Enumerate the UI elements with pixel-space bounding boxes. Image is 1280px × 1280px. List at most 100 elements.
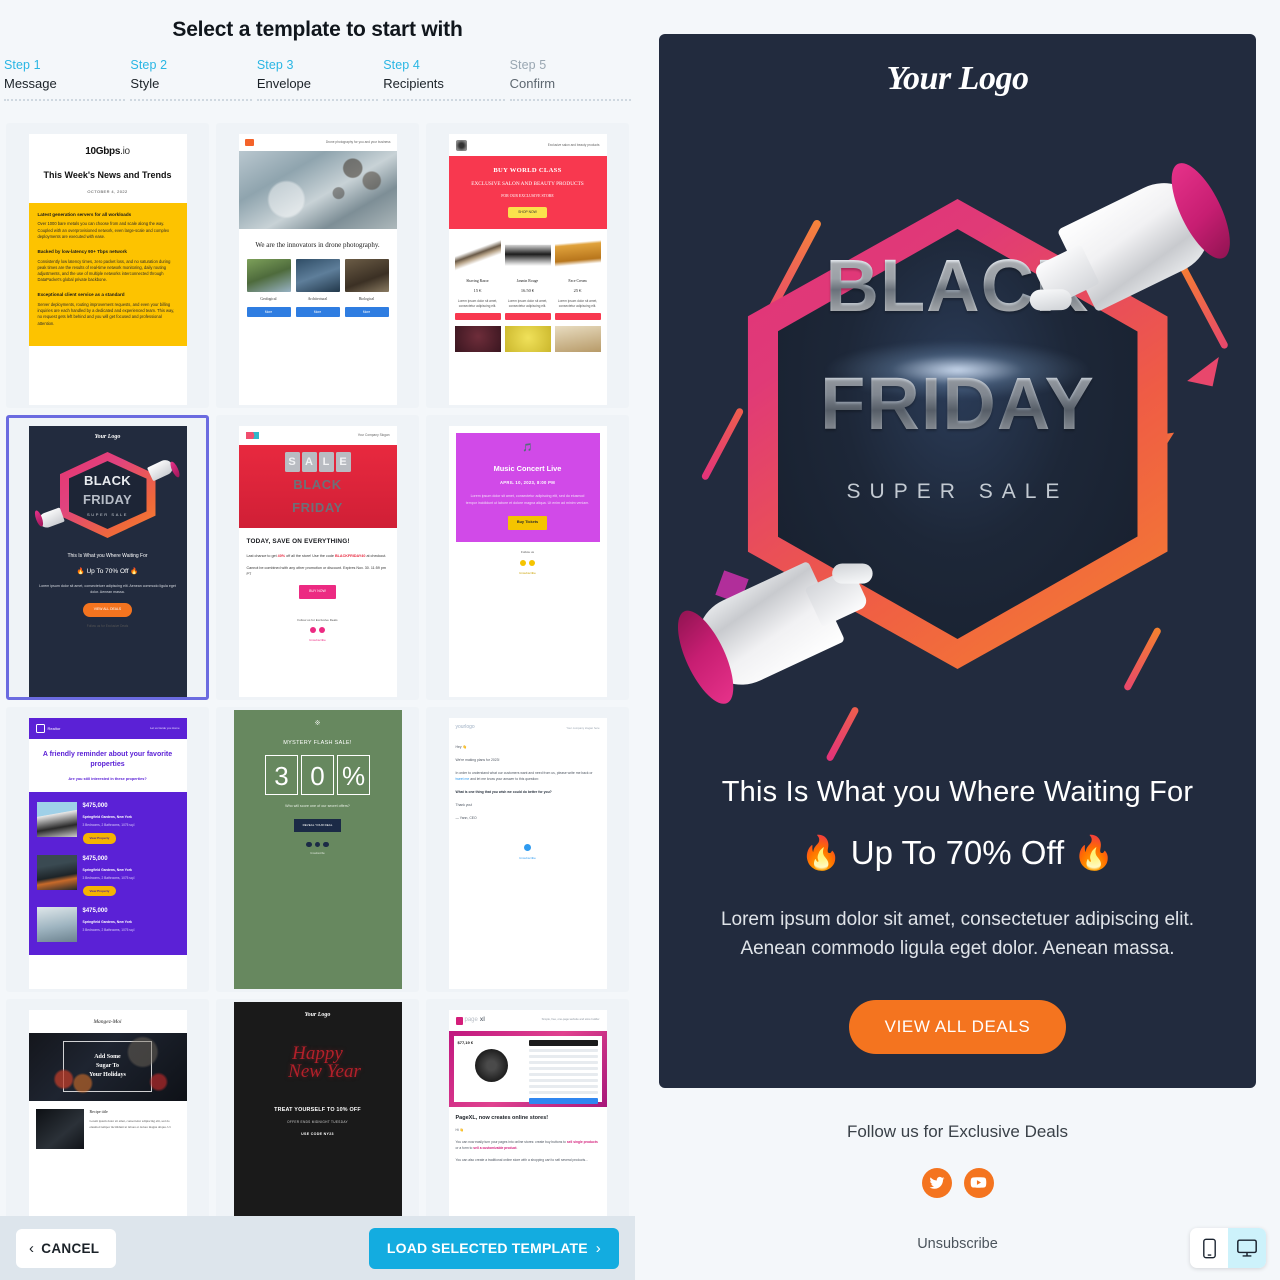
t7-button-2[interactable]: View Property (82, 885, 117, 897)
t10-hero-line-3: Your Holidays (89, 1072, 126, 1079)
t7-listing-img-2 (36, 854, 77, 890)
twitter-icon[interactable] (921, 1167, 952, 1198)
t2-button-1[interactable]: More (246, 306, 291, 318)
preview-footer: Follow us for Exclusive Deals Unsubscrib… (659, 1088, 1256, 1252)
device-view-toggle (1190, 1228, 1266, 1268)
preview-unsubscribe-link[interactable]: Unsubscribe (659, 1236, 1256, 1252)
t6-body: Lorem ipsum dolor sit amet, consectetur … (465, 494, 590, 505)
preview-cta-button[interactable]: VIEW ALL DEALS (848, 999, 1067, 1054)
t9-unsubscribe-link[interactable]: Unsubscribe (449, 856, 607, 861)
template-thumb: 10Gbps.io This Week's News and Trends OC… (9, 126, 206, 405)
template-card-sale[interactable]: Your Company Slogan S A L E BLACK FRIDAY (216, 415, 419, 700)
t9-p5: — Yann, CEO (455, 816, 477, 821)
mobile-view-button[interactable] (1190, 1228, 1228, 1268)
step-2[interactable]: Step 2 Style (130, 58, 252, 101)
t3-product-price-1: 15 € (473, 288, 482, 294)
t6-unsubscribe-link[interactable]: Unsubscribe (449, 571, 607, 576)
t2-logo-icon (244, 139, 254, 146)
t3-product-button-3[interactable] (554, 313, 601, 321)
step-5-number: Step 5 (509, 58, 547, 72)
template-card-food[interactable]: Mangez-Moi Add Some Sugar To Your Holida… (6, 999, 209, 1216)
t1-s1-title: Latest generation servers for all worklo… (37, 211, 132, 217)
t5-cta-button[interactable]: BUY NOW (299, 585, 336, 599)
listing-row[interactable]: $475,000 Springfield Gardens, New York 3… (35, 903, 181, 949)
t3-cta-button[interactable]: SHOP NOW (508, 206, 547, 218)
t7-sub: Are you still interested in these proper… (68, 776, 147, 781)
t12-hi: Hi 👋 (455, 1128, 464, 1133)
t3-product-button-1[interactable] (454, 313, 501, 321)
t2-button-2[interactable]: More (295, 306, 340, 318)
template-card-new-year[interactable]: Your Logo Happy New Year TREAT YOURSELF … (216, 999, 419, 1216)
t8-cta-button[interactable]: REVEAL YOUR DEAL (293, 819, 342, 832)
template-card-drone[interactable]: Drone photography for you and your busin… (216, 123, 419, 408)
step-1[interactable]: Step 1 Message (4, 58, 126, 101)
template-thumb: Your Logo BLACK FRIDAY SUPER SALE This I… (9, 418, 206, 697)
step-5[interactable]: Step 5 Confirm (509, 58, 632, 101)
t7-price-1: $475,000 (82, 803, 108, 810)
linkedin-icon[interactable] (323, 841, 329, 848)
t4-hero-art: BLACK FRIDAY SUPER SALE (29, 446, 187, 544)
youtube-icon[interactable] (319, 627, 325, 634)
template-card-pagexl[interactable]: page xl Simple, free, one-page website an… (426, 999, 629, 1216)
listing-row[interactable]: $475,000 Springfield Gardens, New York 3… (35, 798, 181, 850)
template-picker-panel: Select a template to start with Step 1 M… (0, 0, 635, 1280)
action-bar: ‹ CANCEL LOAD SELECTED TEMPLATE › (0, 1216, 635, 1280)
t7-price-3: $475,000 (82, 908, 108, 915)
preview-follow-text: Follow us for Exclusive Deals (846, 1121, 1069, 1141)
t3-product-price-3: 25 € (573, 288, 582, 294)
template-card-realtor[interactable]: Realtor Let us Guide you Home A friendly… (6, 707, 209, 992)
t7-button-1[interactable]: View Property (82, 833, 117, 844)
t9-tagline: Your company slogan here (566, 725, 600, 730)
t5-tag-e: E (335, 452, 351, 472)
t4-logo: Your Logo (94, 434, 121, 440)
t7-address-3: Springfield Gardens, New York (82, 920, 132, 925)
t6-cta-button[interactable]: Buy Tickets (507, 516, 548, 531)
twitter-icon[interactable] (520, 559, 526, 566)
youtube-icon[interactable] (529, 559, 535, 566)
t3-product-price-2: 16.50 € (520, 288, 535, 294)
template-card-black-friday[interactable]: Your Logo BLACK FRIDAY SUPER SALE This I… (6, 415, 209, 700)
t10-recipe-body: Lorem ipsum dolor sit amet, consectetur … (89, 1119, 171, 1129)
cancel-button[interactable]: ‹ CANCEL (16, 1228, 117, 1268)
t12-p2: You can also create a traditional online… (455, 1158, 588, 1163)
t3-product-button-2[interactable] (504, 313, 551, 321)
twitter-icon[interactable] (524, 844, 531, 852)
template-thumb: Drone photography for you and your busin… (219, 126, 416, 405)
youtube-icon[interactable] (963, 1167, 994, 1198)
t9-p1: We're making plans for 2023! (455, 757, 500, 762)
facebook-icon[interactable] (306, 841, 312, 848)
t5-logo-icon (245, 432, 259, 439)
template-card-music[interactable]: 🎵 Music Concert Live APRIL 10, 2023, 8:0… (426, 415, 629, 700)
chevron-right-icon: › (595, 1239, 601, 1257)
template-card-letter[interactable]: yourlogo Your company slogan here Hey 👋 … (426, 707, 629, 992)
template-thumb: ※ MYSTERY FLASH SALE! 3 0 % Who will sco… (219, 710, 416, 989)
t5-unsubscribe-link[interactable]: Unsubscribe (239, 638, 397, 643)
t3-line-1: BUY WORLD CLASS (493, 167, 562, 174)
t3-product-name-2: Jasmin Rouge (516, 278, 539, 283)
load-selected-template-button[interactable]: LOAD SELECTED TEMPLATE › (368, 1227, 619, 1269)
template-grid-scroll[interactable]: 10Gbps.io This Week's News and Trends OC… (0, 123, 635, 1216)
step-3[interactable]: Step 3 Envelope (256, 58, 379, 101)
t3-tagline: Exclusive salon and beauty products (547, 143, 600, 148)
t1-s2-title: Backed by low-latency 90+ Tbps network (37, 248, 127, 254)
listing-row[interactable]: $475,000 Springfield Gardens, New York 3… (35, 851, 181, 903)
t1-headline: This Week's News and Trends (43, 170, 172, 180)
t10-hero-line-1: Add Some (94, 1054, 121, 1061)
template-thumb: page xl Simple, free, one-page website an… (429, 1002, 626, 1216)
t4-body: Lorem ipsum dolor sit amet, consectetuer… (39, 584, 176, 595)
t2-button-3[interactable]: More (344, 306, 389, 318)
twitter-icon[interactable] (310, 627, 316, 634)
t1-s1-body: Over 1000 bare metals you can choose fro… (37, 221, 170, 239)
template-card-10gbps[interactable]: 10Gbps.io This Week's News and Trends OC… (6, 123, 209, 408)
t7-details-1: 3 Bedrooms, 2 Bathrooms, 1075 sq.f. (82, 823, 136, 828)
template-card-mystery[interactable]: ※ MYSTERY FLASH SALE! 3 0 % Who will sco… (216, 707, 419, 992)
twitter-icon[interactable] (314, 841, 321, 848)
t4-cta-button[interactable]: VIEW ALL DEALS (82, 603, 133, 617)
t4-headline: This Is What you Where Waiting For (67, 553, 148, 559)
desktop-view-button[interactable] (1228, 1228, 1266, 1268)
step-4[interactable]: Step 4 Recipients (383, 58, 505, 101)
email-preview-card: Your Logo BLACK FRIDAY SUPER SALE This I… (659, 34, 1256, 1088)
t2-headline: We are the innovators in drone photograp… (255, 241, 380, 249)
template-card-beauty[interactable]: Exclusive salon and beauty products BUY … (426, 123, 629, 408)
t8-unsubscribe-link[interactable]: Unsubscribe (244, 852, 392, 856)
